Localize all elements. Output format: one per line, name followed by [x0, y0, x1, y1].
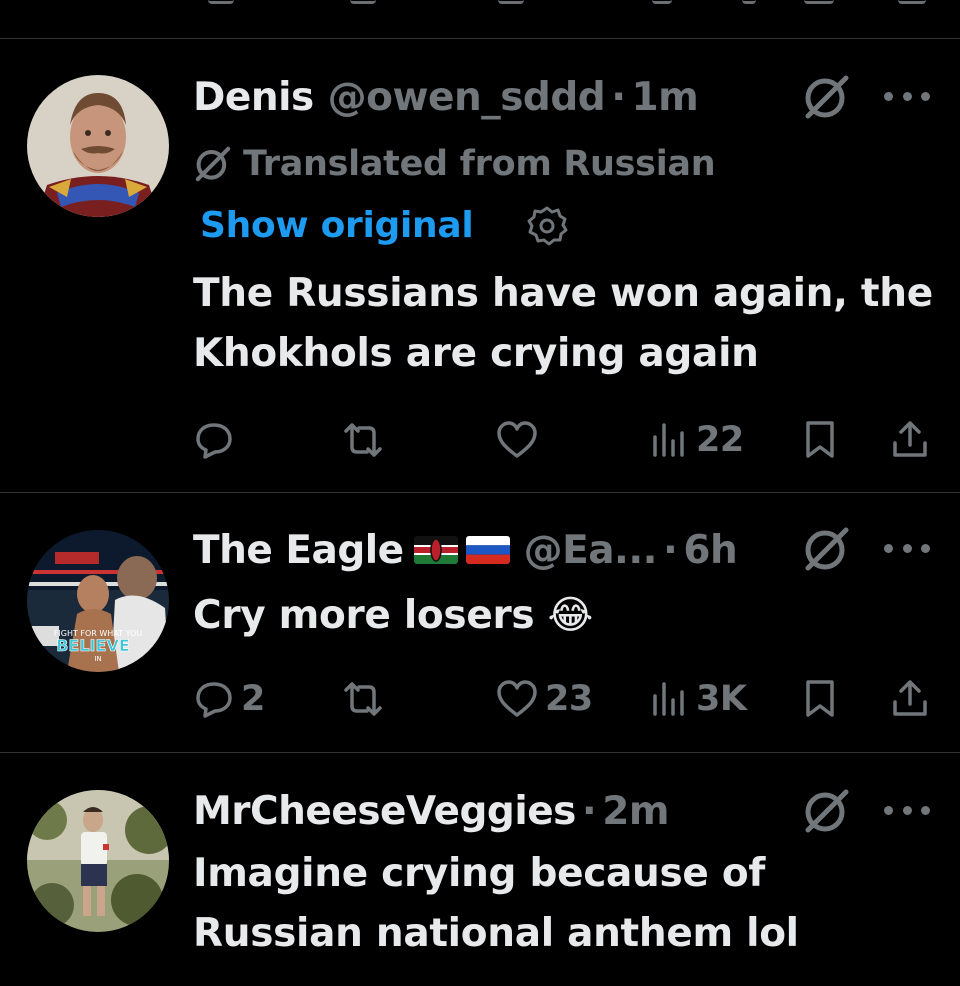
reply-icon[interactable]: [208, 0, 234, 4]
reply-icon: [196, 423, 232, 459]
views-button[interactable]: 22: [650, 415, 744, 465]
more-options-icon[interactable]: [884, 538, 930, 558]
tweet-text: Cry more losers 😂: [193, 586, 933, 646]
share-icon[interactable]: [898, 0, 926, 4]
russia-flag-icon: [465, 536, 510, 564]
views-count: 22: [696, 420, 744, 460]
divider: [0, 492, 960, 493]
tweet-header: MrCheeseVeggies · 2m: [193, 781, 669, 841]
grok-icon[interactable]: [802, 524, 852, 574]
like-icon[interactable]: [498, 0, 524, 4]
avatar-caption-bottom: IN: [94, 655, 101, 663]
bookmark-icon: [806, 421, 834, 458]
divider: [0, 38, 960, 39]
retweet-icon: [344, 682, 382, 716]
display-name[interactable]: Denis: [193, 75, 314, 120]
tweet-text: Imagine crying because of Russian nation…: [193, 851, 799, 956]
separator-dot: ·: [581, 788, 597, 834]
views-icon: [653, 423, 684, 457]
bookmark-button[interactable]: [802, 674, 838, 724]
previous-tweet-actions: [0, 0, 960, 38]
share-button[interactable]: [890, 415, 930, 465]
tweet-text-content: Cry more losers: [193, 593, 535, 638]
views-icon[interactable]: [652, 0, 672, 4]
timestamp[interactable]: 2m: [602, 789, 669, 834]
translated-label: Translated from Russian: [243, 144, 716, 184]
avatar[interactable]: [27, 75, 169, 217]
views-button[interactable]: 3K: [650, 674, 747, 724]
reply-button[interactable]: [193, 415, 235, 465]
views-icon: [653, 682, 684, 716]
tweet-text: The Russians have won again, the Khokhol…: [193, 271, 933, 376]
views-count: 3K: [696, 679, 747, 719]
share-button[interactable]: [890, 674, 930, 724]
retweet-icon[interactable]: [350, 0, 376, 4]
retweet-button[interactable]: [340, 674, 386, 724]
translation-notice: Translated from Russian: [193, 139, 716, 189]
retweet-button[interactable]: [340, 415, 386, 465]
user-handle[interactable]: @Ea...: [524, 528, 658, 573]
avatar-caption-main: BELIEVE: [56, 636, 130, 655]
grok-icon[interactable]: [802, 786, 852, 836]
retweet-icon: [344, 423, 382, 457]
grok-icon[interactable]: [802, 72, 852, 122]
like-icon: [497, 680, 537, 717]
avatar[interactable]: [27, 790, 169, 932]
separator-dot: ·: [611, 74, 626, 120]
gear-icon[interactable]: [525, 204, 569, 248]
share-icon: [893, 421, 927, 457]
timestamp[interactable]: 1m: [632, 75, 699, 120]
views-count: [742, 0, 756, 4]
tweet-header: Denis @owen_sddd · 1m: [193, 67, 699, 127]
bookmark-icon[interactable]: [804, 0, 834, 4]
display-name[interactable]: MrCheeseVeggies: [193, 789, 576, 834]
tweet-actions: 22: [0, 415, 960, 465]
grok-icon: [195, 146, 231, 182]
share-icon: [893, 680, 927, 716]
user-handle[interactable]: @owen_sddd: [328, 75, 606, 120]
tweet-header: The Eagle @Ea... · 6h: [193, 520, 738, 580]
tweet-actions: 2 23 3K: [0, 674, 960, 724]
show-original-link[interactable]: Show original: [200, 200, 474, 250]
like-button[interactable]: 23: [495, 674, 593, 724]
reply-button[interactable]: 2: [193, 674, 265, 724]
like-count: 23: [545, 679, 593, 719]
bookmark-icon: [806, 680, 834, 717]
kenya-flag-icon: [413, 536, 458, 564]
like-button[interactable]: [495, 415, 539, 465]
more-options-icon[interactable]: [884, 86, 930, 106]
reply-icon: [196, 682, 232, 718]
tears-of-joy-emoji: 😂: [547, 593, 594, 638]
separator-dot: ·: [663, 527, 678, 573]
more-options-icon[interactable]: [884, 800, 930, 820]
display-name[interactable]: The Eagle: [193, 528, 404, 573]
timestamp[interactable]: 6h: [683, 528, 737, 573]
avatar[interactable]: FIGHT FOR WHAT YOU BELIEVE IN: [27, 530, 169, 672]
bookmark-button[interactable]: [802, 415, 838, 465]
divider: [0, 752, 960, 753]
like-icon: [497, 421, 537, 458]
reply-count: 2: [241, 679, 265, 719]
